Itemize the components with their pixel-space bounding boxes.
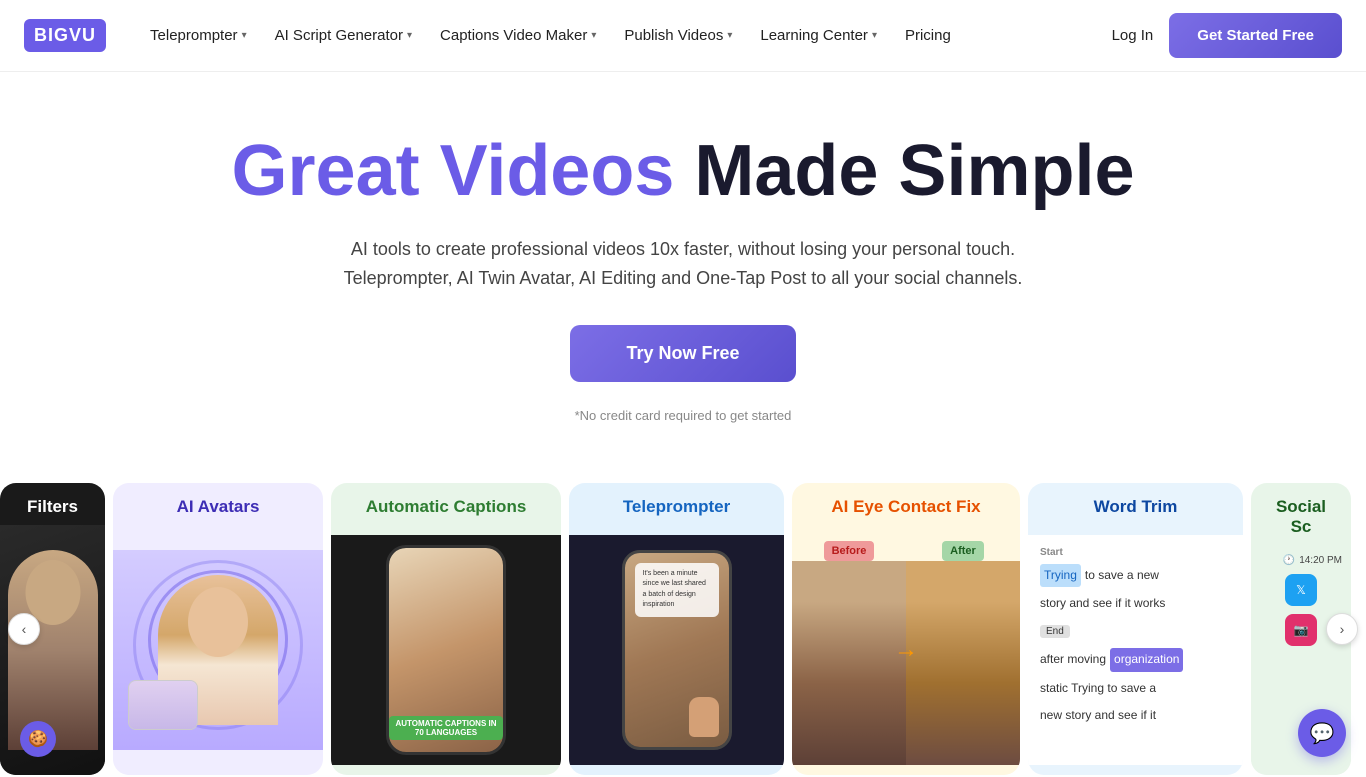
eye-after-badge: After [942, 541, 984, 561]
hero-title: Great Videos Made Simple [20, 132, 1346, 211]
nav-links: Teleprompter ▾ AI Script Generator ▾ Cap… [138, 19, 1112, 52]
card-social-label: Social Sc [1251, 483, 1351, 545]
card-automatic-captions: Automatic Captions AUTOMATIC CAPTIONS IN… [331, 483, 561, 775]
hero-subtitle: AI tools to create professional videos 1… [343, 235, 1023, 293]
eye-face-before [792, 561, 906, 765]
card-eye-image: Before → After [792, 525, 1020, 775]
hero-title-colored: Great Videos [232, 131, 695, 211]
wt-word-story: story and see if it works [1040, 593, 1165, 615]
tele-script-text: It's been a minute since we last shared … [635, 563, 719, 617]
eye-arrow-icon: → [894, 636, 918, 664]
phone-frame: AUTOMATIC CAPTIONS IN 70 LANGUAGES [386, 545, 506, 755]
eye-before-half: Before [792, 535, 906, 765]
card-teleprompter-image: It's been a minute since we last shared … [569, 525, 784, 775]
filters-person [8, 550, 98, 750]
wt-end-row: End [1040, 625, 1231, 638]
wt-end-label: End [1040, 625, 1070, 638]
carousel-prev-button[interactable]: ‹ [8, 613, 40, 645]
card-teleprompter: Teleprompter It's been a minute since we… [569, 483, 784, 775]
nav-label: Publish Videos [624, 27, 723, 44]
captions-badge: AUTOMATIC CAPTIONS IN 70 LANGUAGES [389, 716, 503, 740]
logo[interactable]: BIGVU [24, 19, 106, 52]
try-now-button[interactable]: Try Now Free [570, 325, 795, 382]
nav-item-learning[interactable]: Learning Center ▾ [748, 19, 889, 52]
wt-word-static: static Trying to save a [1040, 678, 1156, 700]
wt-word-to: to save a new [1085, 565, 1159, 587]
card-ai-avatars-label: AI Avatars [113, 483, 323, 525]
card-wordtrim-image: Start Trying to save a new story and see… [1028, 525, 1243, 775]
hero-title-plain: Made Simple [694, 131, 1134, 211]
nav-item-captions[interactable]: Captions Video Maker ▾ [428, 19, 608, 52]
eye-after-half: After [906, 535, 1020, 765]
nav-item-publish[interactable]: Publish Videos ▾ [612, 19, 744, 52]
nav-label: Captions Video Maker [440, 27, 587, 44]
avatars-visual [113, 550, 323, 750]
cards-container: ‹ Filters AI Avatars [0, 483, 1366, 775]
nav-label: Teleprompter [150, 27, 238, 44]
nav-item-ai-script[interactable]: AI Script Generator ▾ [263, 19, 424, 52]
avatar-mini-preview [128, 680, 198, 730]
wordtrim-visual: Start Trying to save a new story and see… [1028, 535, 1243, 765]
get-started-button[interactable]: Get Started Free [1169, 13, 1342, 58]
twitter-icon: 𝕏 [1285, 574, 1317, 606]
captions-visual: AUTOMATIC CAPTIONS IN 70 LANGUAGES [331, 535, 561, 765]
card-teleprompter-label: Teleprompter [569, 483, 784, 525]
card-eye-label: AI Eye Contact Fix [792, 483, 1020, 525]
nav-label: AI Script Generator [275, 27, 403, 44]
chevron-down-icon: ▾ [242, 30, 247, 41]
carousel-next-button[interactable]: › [1326, 613, 1358, 645]
card-ai-avatars-image [113, 525, 323, 775]
wt-row-1: Trying to save a new [1040, 564, 1231, 588]
eye-face-after [906, 561, 1020, 765]
card-captions-label: Automatic Captions [331, 483, 561, 525]
wt-row-4: static Trying to save a [1040, 678, 1231, 700]
instagram-icon: 📷 [1285, 614, 1317, 646]
chevron-down-icon: ▾ [872, 30, 877, 41]
chevron-down-icon: ▾ [591, 30, 596, 41]
chat-icon: 💬 [1310, 721, 1335, 746]
chevron-down-icon: ▾ [407, 30, 412, 41]
nav-item-pricing[interactable]: Pricing [893, 19, 963, 52]
eye-visual: Before → After [792, 535, 1020, 765]
cookie-icon: 🍪 [28, 729, 48, 749]
wt-start-label: Start [1040, 547, 1231, 558]
nav-label: Learning Center [760, 27, 868, 44]
card-ai-eye-contact: AI Eye Contact Fix Before → After [792, 483, 1020, 775]
wt-word-trying: Trying [1040, 564, 1081, 588]
wt-row-5: new story and see if it [1040, 705, 1231, 727]
cookie-button[interactable]: 🍪 [20, 721, 56, 757]
card-ai-avatars: AI Avatars [113, 483, 323, 775]
no-card-text: *No credit card required to get started [20, 408, 1346, 423]
wt-word-after: after moving [1040, 649, 1106, 671]
avatar-mini-inner [129, 681, 197, 729]
social-time: 🕐 14:20 PM [1283, 555, 1342, 566]
clock-icon: 🕐 [1283, 555, 1295, 566]
chat-widget-button[interactable]: 💬 [1298, 709, 1346, 757]
card-wordtrim-label: Word Trim [1028, 483, 1243, 525]
navbar: BIGVU Teleprompter ▾ AI Script Generator… [0, 0, 1366, 72]
card-filters-label: Filters [0, 483, 105, 525]
eye-before-badge: Before [824, 541, 875, 561]
tele-phone: It's been a minute since we last shared … [622, 550, 732, 750]
chevron-down-icon: ▾ [727, 30, 732, 41]
wt-word-new-story: new story and see if it [1040, 705, 1156, 727]
wt-row-3: after moving organization [1040, 648, 1231, 672]
tele-screen: It's been a minute since we last shared … [625, 553, 729, 747]
phone-screen: AUTOMATIC CAPTIONS IN 70 LANGUAGES [389, 548, 503, 752]
login-button[interactable]: Log In [1112, 27, 1154, 44]
cards-strip: Filters AI Avatars [0, 483, 1366, 775]
tele-hand [689, 697, 719, 737]
card-captions-image: AUTOMATIC CAPTIONS IN 70 LANGUAGES [331, 525, 561, 775]
nav-right: Log In Get Started Free [1112, 13, 1342, 58]
wt-word-organization: organization [1110, 648, 1183, 672]
card-word-trim: Word Trim Start Trying to save a new sto… [1028, 483, 1243, 775]
nav-item-teleprompter[interactable]: Teleprompter ▾ [138, 19, 259, 52]
social-time-text: 14:20 PM [1299, 555, 1342, 566]
hero-section: Great Videos Made Simple AI tools to cre… [0, 72, 1366, 463]
social-icons: 𝕏 📷 [1285, 574, 1317, 646]
teleprompter-visual: It's been a minute since we last shared … [569, 535, 784, 765]
wt-row-2: story and see if it works [1040, 593, 1231, 615]
